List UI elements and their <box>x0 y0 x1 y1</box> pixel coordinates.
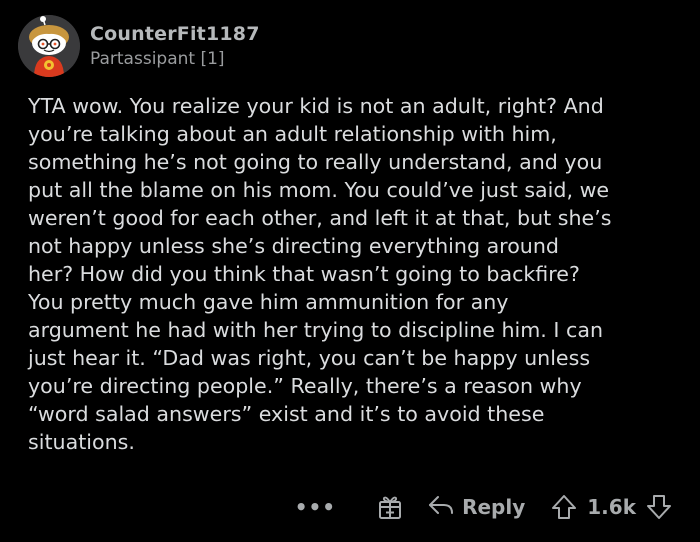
comment-body-line: YTA wow. You realize your kid is not an … <box>28 94 604 118</box>
reply-label: Reply <box>462 495 526 519</box>
snoo-avatar-icon <box>18 15 80 77</box>
downvote-arrow-icon[interactable] <box>646 494 672 520</box>
comment-body-line: just hear it. “Dad was right, you can’t … <box>28 346 591 370</box>
user-flair: Partassipant [1] <box>90 49 225 69</box>
comment-body-line: not happy unless she’s directing everyth… <box>28 234 559 258</box>
more-options-button[interactable]: ••• <box>295 495 336 519</box>
username[interactable]: CounterFit1187 <box>90 22 260 46</box>
comment-body-line: something he’s not going to really under… <box>28 150 603 174</box>
gift-award-icon[interactable] <box>378 494 402 520</box>
vote-score: 1.6k <box>587 495 636 519</box>
comment-body-line: You pretty much gave him ammunition for … <box>28 290 509 314</box>
comment-body: YTA wow. You realize your kid is not an … <box>28 92 688 456</box>
comment-body-line: her? How did you think that wasn’t going… <box>28 262 580 286</box>
comment-header: CounterFit1187 Partassipant [1] <box>18 12 260 80</box>
comment-body-line: you’re directing people.” Really, there’… <box>28 374 582 398</box>
comment-body-line: situations. <box>28 430 135 454</box>
comment-body-line: you’re talking about an adult relationsh… <box>28 122 557 146</box>
comment-body-line: “word salad answers” exist and it’s to a… <box>28 402 545 426</box>
reply-button[interactable]: Reply <box>428 494 551 520</box>
comment-body-line: argument he had with her trying to disci… <box>28 318 604 342</box>
user-meta: CounterFit1187 Partassipant [1] <box>90 22 260 70</box>
upvote-arrow-icon[interactable] <box>551 494 577 520</box>
comment-actions-bar: ••• Reply 1.6k <box>295 490 672 524</box>
comment-card: CounterFit1187 Partassipant [1] YTA wow.… <box>0 0 700 542</box>
reply-arrow-icon <box>428 494 454 520</box>
comment-body-line: weren’t good for each other, and left it… <box>28 206 612 230</box>
user-avatar[interactable] <box>18 15 80 77</box>
comment-body-line: put all the blame on his mom. You could’… <box>28 178 610 202</box>
